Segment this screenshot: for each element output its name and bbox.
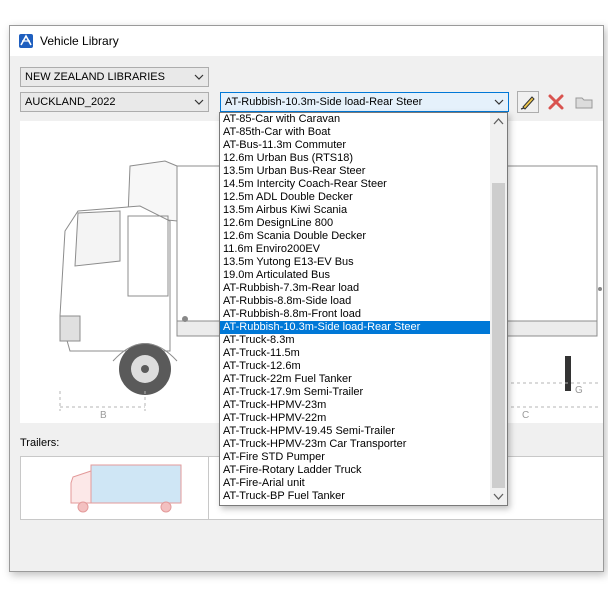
collection-select[interactable]: AUCKLAND_2022 [20,92,209,112]
vehicle-option[interactable]: AT-Truck-22m Fuel Tanker [220,373,491,386]
vehicle-option[interactable]: AT-Fire-Rotary Ladder Truck [220,464,491,477]
delete-x-icon[interactable] [545,91,567,113]
trailer-thumbnail [70,464,182,513]
vehicle-option[interactable]: AT-Truck-8.3m [220,334,491,347]
vehicle-option[interactable]: AT-85th-Car with Boat [220,126,491,139]
vehicle-option[interactable]: 12.6m Urban Bus (RTS18) [220,152,491,165]
dropdown-scrollbar[interactable] [490,113,507,505]
vehicle-dropdown-list[interactable]: AT-85-Car with Caravan AT-85th-Car with B… [219,112,508,506]
window-title: Vehicle Library [40,34,119,48]
vehicle-options: AT-85-Car with Caravan AT-85th-Car with B… [220,113,491,505]
library-select-value: NEW ZEALAND LIBRARIES [25,71,165,83]
collection-select-value: AUCKLAND_2022 [25,96,116,108]
scroll-up-icon[interactable] [490,113,507,130]
vehicle-option[interactable]: AT-Rubbish-7.3m-Rear load [220,282,491,295]
edit-pencil-icon[interactable] [517,91,539,113]
library-select[interactable]: NEW ZEALAND LIBRARIES [20,67,209,87]
chevron-down-icon [194,99,204,105]
vehicle-option[interactable]: AT-Truck-BP Fuel Tanker [220,490,491,503]
vehicle-select-value: AT-Rubbish-10.3m-Side load-Rear Steer [225,96,423,108]
vehicle-option[interactable]: AT-Fire-Arial unit [220,477,491,490]
vehicle-option[interactable]: 19.0m Articulated Bus [220,269,491,282]
vehicle-option[interactable]: AT-Truck-HPMV-23m [220,399,491,412]
trailers-label: Trailers: [20,437,60,449]
vehicle-option[interactable]: AT-Truck-HPMV-23m Car Transporter [220,438,491,451]
vehicle-option[interactable]: AT-85-Car with Caravan [220,113,491,126]
title-bar: Vehicle Library [10,26,603,56]
vehicle-option[interactable]: AT-Truck-12.6m [220,360,491,373]
vehicle-option[interactable]: 12.6m DesignLine 800 [220,217,491,230]
vehicle-select[interactable]: AT-Rubbish-10.3m-Side load-Rear Steer [220,92,509,112]
dimension-label-b: B [100,410,107,421]
vehicle-option[interactable]: 12.6m Scania Double Decker [220,230,491,243]
vehicle-option[interactable]: 11.6m Enviro200EV [220,243,491,256]
vehicle-option[interactable]: 12.5m ADL Double Decker [220,191,491,204]
trailer-tile[interactable] [21,457,209,519]
open-folder-icon[interactable] [573,91,595,113]
chevron-down-icon [494,99,504,105]
vehicle-option[interactable]: AT-Bus-11.3m Commuter [220,139,491,152]
vehicle-option[interactable]: AT-Rubbish-8.8m-Front load [220,308,491,321]
vehicle-option[interactable]: 14.5m Intercity Coach-Rear Steer [220,178,491,191]
dimension-label-g: G [575,385,583,396]
vehicle-option[interactable]: 13.5m Yutong E13-EV Bus [220,256,491,269]
vehicle-option[interactable]: 13.5m Airbus Kiwi Scania [220,204,491,217]
vehicle-option[interactable]: AT-Truck-17.9m Semi-Trailer [220,386,491,399]
vehicle-option[interactable]: AT-Rubbis-8.8m-Side load [220,295,491,308]
scrollbar-thumb[interactable] [492,183,505,488]
chevron-down-icon [194,74,204,80]
vehicle-option[interactable]: AT-Fire STD Pumper [220,451,491,464]
app-logo-icon [19,34,33,48]
scroll-down-icon[interactable] [490,488,507,505]
vehicle-option[interactable]: AT-Truck-11.5m [220,347,491,360]
vehicle-option[interactable]: AT-Rubbish-10.3m-Side load-Rear Steer [220,321,491,334]
vehicle-option[interactable]: AT-Truck-HPMV-19.45 Semi-Trailer [220,425,491,438]
vehicle-option[interactable]: 13.5m Urban Bus-Rear Steer [220,165,491,178]
dimension-label-c: C [522,410,529,421]
vehicle-option[interactable]: AT-Truck-HPMV-22m [220,412,491,425]
